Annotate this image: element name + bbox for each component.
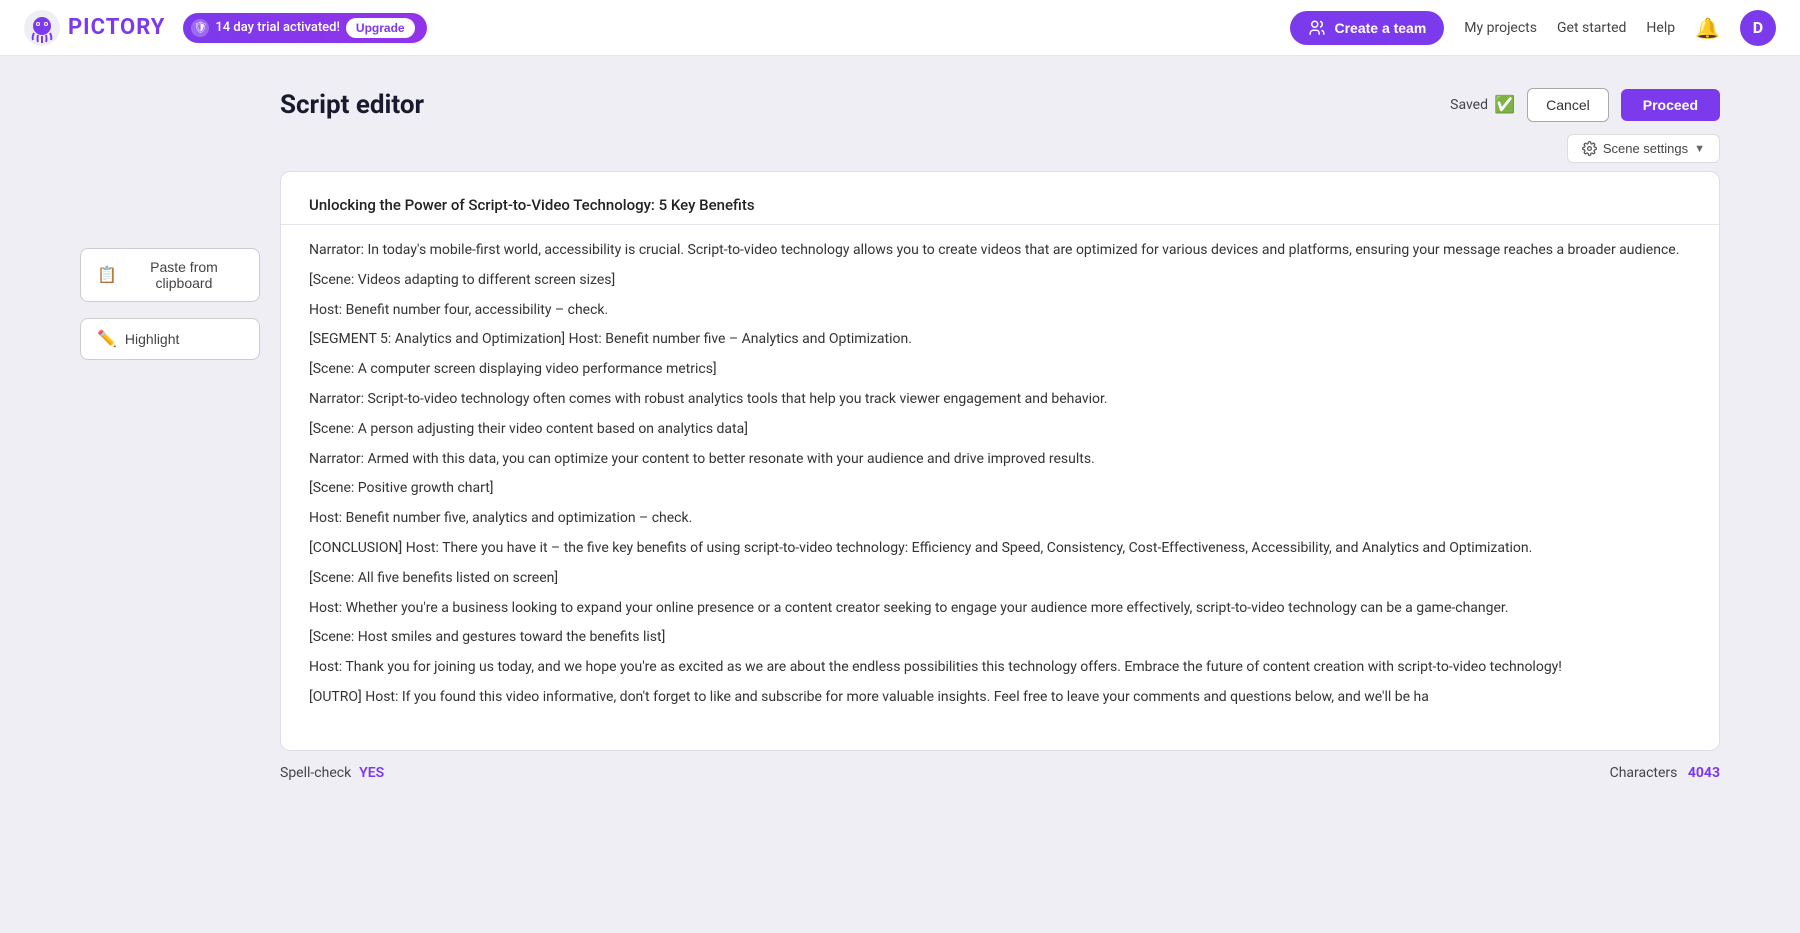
upgrade-button[interactable]: Upgrade: [346, 18, 415, 38]
script-line: Host: Thank you for joining us today, an…: [309, 656, 1683, 680]
create-team-button[interactable]: Create a team: [1290, 11, 1444, 45]
clipboard-icon: 📋: [97, 265, 117, 285]
cancel-button[interactable]: Cancel: [1527, 88, 1609, 122]
people-icon: [1308, 19, 1326, 37]
script-line: [Scene: Videos adapting to different scr…: [309, 269, 1683, 293]
characters-label: Characters: [1610, 765, 1678, 781]
script-line: Narrator: In today's mobile-first world,…: [309, 239, 1683, 263]
spell-check-yes[interactable]: YES: [359, 765, 384, 781]
scene-settings-bar: Scene settings ▼: [280, 134, 1720, 163]
header-right: Create a team My projects Get started He…: [1290, 10, 1776, 46]
pictory-logo-icon: [24, 10, 60, 46]
script-line: Narrator: Script-to-video technology oft…: [309, 388, 1683, 412]
highlight-label: Highlight: [125, 331, 179, 347]
editor-area: Script editor Saved ✅ Cancel Proceed Sce…: [280, 88, 1720, 781]
script-line: [Scene: All five benefits listed on scre…: [309, 567, 1683, 591]
avatar[interactable]: D: [1740, 10, 1776, 46]
script-line: Narrator: Armed with this data, you can …: [309, 448, 1683, 472]
bell-icon[interactable]: 🔔: [1695, 16, 1720, 40]
nav-my-projects[interactable]: My projects: [1464, 20, 1537, 36]
create-team-label: Create a team: [1334, 20, 1426, 36]
script-line: [OUTRO] Host: If you found this video in…: [309, 686, 1683, 710]
saved-text: Saved: [1450, 97, 1488, 113]
script-line: Host: Benefit number five, analytics and…: [309, 507, 1683, 531]
paste-from-clipboard-button[interactable]: 📋 Paste from clipboard: [80, 248, 260, 302]
check-circle-icon: ✅: [1494, 95, 1515, 115]
editor-actions: Saved ✅ Cancel Proceed: [1450, 88, 1720, 122]
sidebar: 📋 Paste from clipboard ✏️ Highlight: [80, 88, 280, 781]
script-line: [Scene: Positive growth chart]: [309, 477, 1683, 501]
logo-text: PICTORY: [68, 15, 165, 40]
script-line: [Scene: A computer screen displaying vid…: [309, 358, 1683, 382]
logo-area: PICTORY: [24, 10, 165, 46]
header: PICTORY 🛡 14 day trial activated! Upgrad…: [0, 0, 1800, 56]
highlight-button[interactable]: ✏️ Highlight: [80, 318, 260, 360]
scene-settings-button[interactable]: Scene settings ▼: [1567, 134, 1720, 163]
characters-number: 4043: [1688, 765, 1720, 781]
chevron-down-icon: ▼: [1694, 143, 1705, 155]
main-container: 📋 Paste from clipboard ✏️ Highlight Scri…: [0, 56, 1800, 781]
bottom-bar: Spell-check YES Characters 4043: [280, 751, 1720, 781]
page-title: Script editor: [280, 90, 424, 120]
script-line: [CONCLUSION] Host: There you have it – t…: [309, 537, 1683, 561]
nav-get-started[interactable]: Get started: [1557, 20, 1626, 36]
spell-check-label: Spell-check: [280, 765, 351, 781]
paste-label: Paste from clipboard: [125, 259, 243, 291]
script-line: Host: Benefit number four, accessibility…: [309, 299, 1683, 323]
nav-help[interactable]: Help: [1646, 20, 1675, 36]
script-content[interactable]: Narrator: In today's mobile-first world,…: [309, 239, 1691, 716]
script-line: [Scene: Host smiles and gestures toward …: [309, 626, 1683, 650]
spell-check-area: Spell-check YES: [280, 765, 384, 781]
shield-icon: 🛡: [191, 19, 209, 37]
script-title[interactable]: Unlocking the Power of Script-to-Video T…: [309, 196, 1691, 214]
header-left: PICTORY 🛡 14 day trial activated! Upgrad…: [24, 10, 427, 46]
script-line: Host: Whether you're a business looking …: [309, 597, 1683, 621]
script-editor-box: Unlocking the Power of Script-to-Video T…: [280, 171, 1720, 751]
character-count: Characters 4043: [1610, 765, 1720, 781]
trial-badge: 🛡 14 day trial activated! Upgrade: [183, 13, 426, 43]
scene-settings-label: Scene settings: [1603, 141, 1688, 156]
script-line: [Scene: A person adjusting their video c…: [309, 418, 1683, 442]
gear-icon: [1582, 141, 1597, 156]
editor-top-bar: Script editor Saved ✅ Cancel Proceed: [280, 88, 1720, 122]
saved-status: Saved ✅: [1450, 95, 1515, 115]
script-line: [SEGMENT 5: Analytics and Optimization] …: [309, 328, 1683, 352]
trial-badge-text: 14 day trial activated!: [215, 20, 340, 35]
highlight-icon: ✏️: [97, 329, 117, 349]
script-divider: [281, 224, 1719, 225]
proceed-button[interactable]: Proceed: [1621, 89, 1720, 121]
